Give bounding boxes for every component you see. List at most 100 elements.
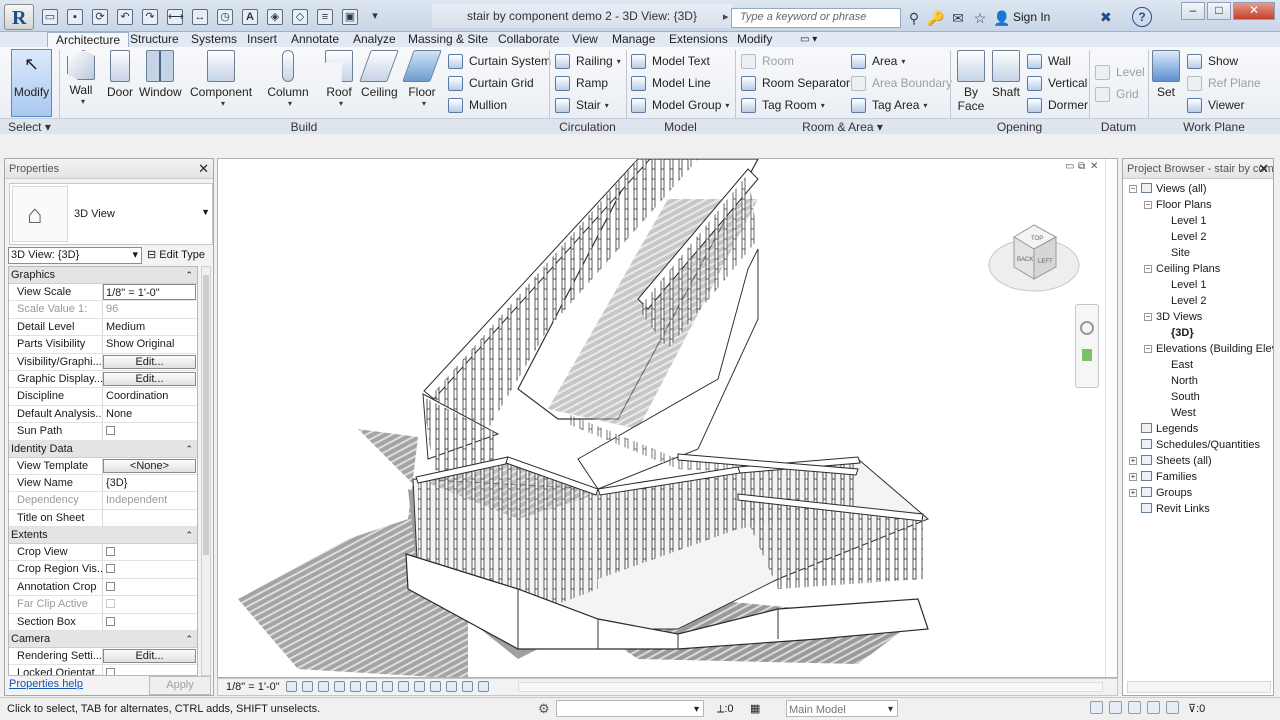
section-icon[interactable]: ◇: [292, 9, 308, 25]
close-button[interactable]: ✕: [1233, 2, 1275, 20]
door-button[interactable]: Door: [105, 50, 135, 99]
browser-item[interactable]: + Sheets (all): [1123, 453, 1273, 469]
browser-item[interactable]: Revit Links: [1123, 501, 1273, 517]
collapse-icon[interactable]: ⌃: [185, 267, 193, 284]
undo-icon[interactable]: ↶: [117, 9, 133, 25]
shaft-button[interactable]: Shaft: [990, 50, 1022, 99]
expand-icon[interactable]: +: [1129, 457, 1137, 465]
tab-view[interactable]: View: [572, 32, 598, 47]
browser-item[interactable]: + Families: [1123, 469, 1273, 485]
browser-item[interactable]: + Groups: [1123, 485, 1273, 501]
sync-icon[interactable]: ⟳: [92, 9, 108, 25]
application-menu-button[interactable]: R: [4, 4, 34, 30]
property-checkbox[interactable]: [106, 564, 115, 574]
property-value[interactable]: Edit...: [103, 371, 197, 387]
property-checkbox[interactable]: [106, 616, 115, 626]
property-checkbox[interactable]: [106, 668, 115, 675]
steering-wheel-icon[interactable]: [1080, 321, 1094, 335]
detail-level-icon[interactable]: [286, 681, 297, 692]
viewcube-top-label[interactable]: TOP: [1031, 236, 1043, 242]
browser-item[interactable]: {3D}: [1123, 325, 1273, 341]
collapse-icon[interactable]: −: [1129, 185, 1137, 193]
tab-systems[interactable]: Systems: [191, 32, 237, 47]
stair-button[interactable]: Stair ▾: [555, 96, 609, 114]
communication-icon[interactable]: ✉: [949, 9, 967, 27]
chevron-down-icon[interactable]: ▼: [201, 207, 210, 217]
property-edit-button[interactable]: Edit...: [103, 371, 196, 386]
tab-extensions[interactable]: Extensions: [669, 32, 728, 47]
property-value[interactable]: [103, 510, 197, 526]
property-value[interactable]: [103, 579, 197, 595]
property-checkbox[interactable]: [106, 426, 115, 436]
expand-icon[interactable]: +: [1129, 489, 1137, 497]
temporary-hide-icon[interactable]: [414, 681, 425, 692]
workset-dropdown[interactable]: [556, 700, 704, 719]
model-line-button[interactable]: Model Line: [631, 74, 711, 92]
ramp-button[interactable]: Ramp: [555, 74, 608, 92]
design-options-icon[interactable]: ▦: [750, 700, 760, 718]
browser-item[interactable]: Level 2: [1123, 229, 1273, 245]
select-links-icon[interactable]: [1090, 701, 1103, 714]
browser-item[interactable]: − Views (all): [1123, 181, 1273, 197]
maximize-button[interactable]: □: [1207, 2, 1231, 20]
browser-item[interactable]: Level 2: [1123, 293, 1273, 309]
browser-item[interactable]: Level 1: [1123, 213, 1273, 229]
property-value[interactable]: Coordination: [103, 388, 197, 404]
apply-button[interactable]: Apply: [149, 676, 211, 695]
dimension-icon[interactable]: ↔: [192, 9, 208, 25]
panel-label-room-area[interactable]: Room & Area ▾: [735, 119, 950, 135]
tab-insert[interactable]: Insert: [247, 32, 277, 47]
property-value[interactable]: 1/8" = 1'-0": [103, 284, 197, 300]
column-button[interactable]: Column ▾: [267, 50, 309, 108]
collapse-icon[interactable]: −: [1144, 201, 1152, 209]
browser-item[interactable]: − Floor Plans: [1123, 197, 1273, 213]
properties-help-link[interactable]: Properties help: [9, 678, 83, 690]
window-button[interactable]: Window: [139, 50, 182, 99]
reveal-hidden-icon[interactable]: [430, 681, 441, 692]
select-pinned-icon[interactable]: [1128, 701, 1141, 714]
sun-path-icon[interactable]: [318, 681, 329, 692]
binoculars-icon[interactable]: ⚲: [905, 9, 923, 27]
select-by-face-icon[interactable]: [1147, 701, 1160, 714]
crop-view-icon[interactable]: [366, 681, 377, 692]
save-icon[interactable]: ▪: [67, 9, 83, 25]
help-icon[interactable]: ?: [1132, 7, 1152, 27]
property-checkbox[interactable]: [106, 581, 115, 591]
collapse-icon[interactable]: ⌃: [185, 631, 193, 648]
select-underlay-icon[interactable]: [1109, 701, 1122, 714]
by-face-button[interactable]: By Face: [956, 50, 986, 113]
lock-3d-view-icon[interactable]: [398, 681, 409, 692]
property-input[interactable]: 1/8" = 1'-0": [103, 284, 196, 300]
close-icon[interactable]: ✕: [198, 159, 209, 179]
area-button[interactable]: Area ▾: [851, 52, 905, 70]
dormer-button[interactable]: Dormer: [1027, 96, 1088, 114]
canvas-horizontal-scrollbar[interactable]: [518, 682, 1103, 692]
navigation-bar[interactable]: [1075, 304, 1099, 388]
tab-architecture[interactable]: Architecture: [47, 32, 130, 47]
expand-icon[interactable]: +: [1129, 473, 1137, 481]
room-button[interactable]: Room: [741, 52, 794, 70]
property-group-header[interactable]: Graphics ⌃: [9, 267, 197, 284]
room-separator-button[interactable]: Room Separator: [741, 74, 850, 92]
measure-icon[interactable]: ⟷: [167, 9, 184, 25]
favorites-star-icon[interactable]: ☆: [971, 9, 989, 27]
project-browser-scrollbar[interactable]: [1127, 681, 1271, 693]
collapse-icon[interactable]: −: [1144, 313, 1152, 321]
property-value[interactable]: Medium: [103, 319, 197, 335]
tab-structure[interactable]: Structure: [130, 32, 179, 47]
tab-massing-site[interactable]: Massing & Site: [408, 32, 488, 47]
model-text-button[interactable]: Model Text: [631, 52, 710, 70]
3d-view-icon[interactable]: ◈: [267, 9, 283, 25]
browser-item[interactable]: −3D Views: [1123, 309, 1273, 325]
browser-item[interactable]: North: [1123, 373, 1273, 389]
ribbon-minimize-icon[interactable]: ▭ ▾: [800, 32, 817, 47]
floor-button[interactable]: Floor ▾: [402, 50, 442, 108]
wall-opening-button[interactable]: Wall: [1027, 52, 1071, 70]
property-group-header[interactable]: Camera ⌃: [9, 631, 197, 649]
viewcube-left-label[interactable]: LEFT: [1038, 259, 1053, 265]
tab-manage[interactable]: Manage: [612, 32, 655, 47]
property-value[interactable]: Edit...: [103, 354, 197, 370]
panel-label-select[interactable]: Select ▾: [0, 119, 59, 135]
property-value[interactable]: Edit...: [103, 648, 197, 664]
collapse-icon[interactable]: −: [1144, 345, 1152, 353]
